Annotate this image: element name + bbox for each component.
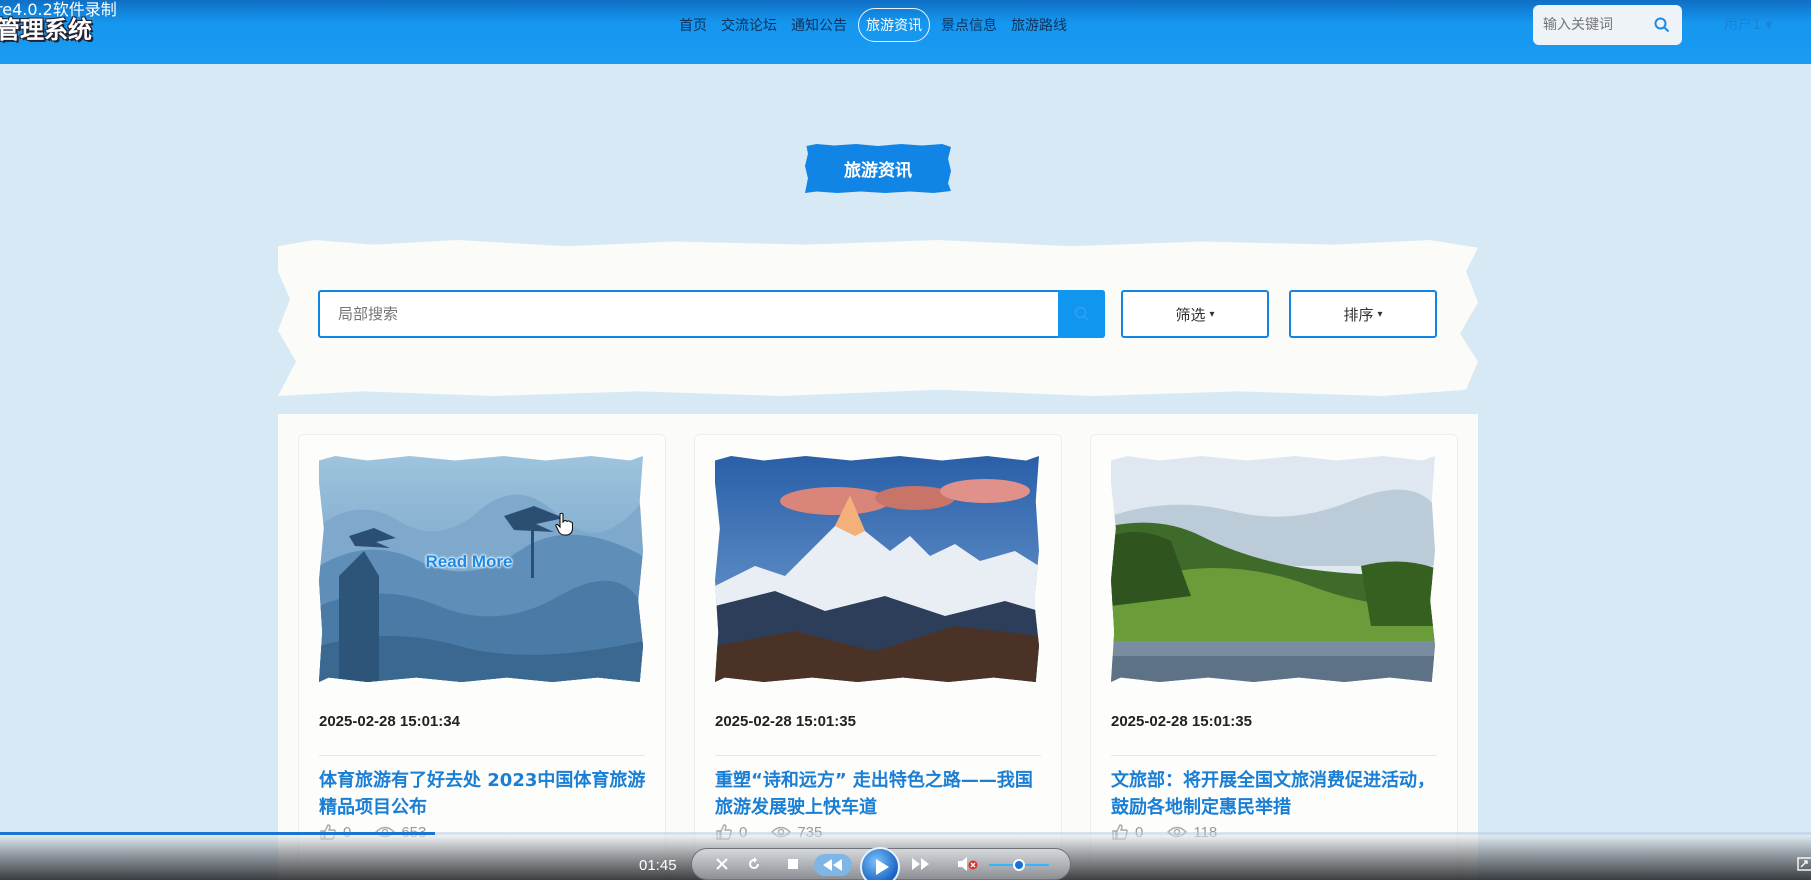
top-search-input[interactable]	[1543, 17, 1643, 33]
caret-down-icon: ▾	[1209, 308, 1215, 320]
nav-item-travel-news[interactable]: 旅游资讯	[858, 8, 930, 42]
sort-label: 排序	[1343, 305, 1374, 324]
article-image-misty-mountain[interactable]: Read More	[319, 456, 643, 682]
local-search-input[interactable]	[320, 292, 1058, 336]
player-controls	[691, 847, 1071, 880]
article-image-snow-peaks[interactable]	[715, 456, 1039, 682]
nav-item-routes[interactable]: 旅游路线	[1004, 9, 1074, 41]
nav-item-home[interactable]: 首页	[672, 9, 714, 41]
read-more-label[interactable]: Read More	[319, 552, 619, 572]
play-button[interactable]	[860, 847, 900, 880]
rewind-icon[interactable]	[814, 854, 852, 876]
local-search-button[interactable]	[1058, 290, 1105, 338]
article-image-green-hills[interactable]	[1111, 456, 1435, 682]
chevron-down-icon: ▾	[1765, 17, 1773, 33]
nav-item-notices[interactable]: 通知公告	[784, 9, 854, 41]
top-navigation-bar: re4.0.2软件录制 管理系统 首页 交流论坛 通知公告 旅游资讯 景点信息 …	[0, 0, 1811, 64]
article-date: 2025-02-28 15:01:35	[1111, 713, 1252, 730]
search-icon	[1074, 306, 1089, 322]
caret-down-icon: ▾	[1377, 308, 1383, 320]
clip-icon[interactable]	[714, 856, 730, 872]
volume-knob[interactable]	[1013, 859, 1025, 871]
top-search-box	[1533, 5, 1682, 45]
site-brand[interactable]: 管理系统	[0, 10, 92, 45]
divider	[1111, 755, 1437, 756]
article-date: 2025-02-28 15:01:35	[715, 713, 856, 730]
article-title[interactable]: 文旅部：将开展全国文旅消费促进活动，鼓励各地制定惠民举措	[1111, 767, 1441, 821]
stop-icon[interactable]	[786, 856, 800, 872]
article-title[interactable]: 重塑“诗和远方” 走出特色之路——我国旅游发展驶上快车道	[715, 767, 1045, 821]
fast-forward-icon[interactable]	[910, 856, 932, 872]
section-title: 旅游资讯	[805, 144, 951, 193]
user-menu[interactable]: 用户1 ▾	[1724, 14, 1772, 34]
search-icon[interactable]	[1654, 17, 1670, 38]
article-title[interactable]: 体育旅游有了好去处 2023中国体育旅游精品项目公布	[319, 767, 649, 821]
local-search-box	[318, 290, 1105, 338]
sort-dropdown-button[interactable]: 排序 ▾	[1289, 290, 1437, 338]
replay-icon[interactable]	[746, 856, 762, 872]
article-card[interactable]: 2025-02-28 15:01:35 文旅部：将开展全国文旅消费促进活动，鼓励…	[1090, 434, 1458, 880]
article-card[interactable]: Read More 2025-02-28 15:01:34 体育旅游有了好去处 …	[298, 434, 666, 880]
filter-label: 筛选	[1175, 305, 1206, 324]
fullscreen-icon[interactable]	[1797, 857, 1811, 871]
nav-item-attractions[interactable]: 景点信息	[934, 9, 1004, 41]
hand-cursor-icon	[555, 512, 573, 536]
divider	[319, 755, 645, 756]
play-icon	[876, 859, 889, 875]
nav-item-forum[interactable]: 交流论坛	[714, 9, 784, 41]
main-nav: 首页 交流论坛 通知公告 旅游资讯 景点信息 旅游路线	[672, 8, 1074, 42]
user-name: 用户1	[1724, 17, 1761, 33]
playback-time: 01:45	[639, 857, 677, 874]
filter-dropdown-button[interactable]: 筛选 ▾	[1121, 290, 1269, 338]
article-card[interactable]: 2025-02-28 15:01:35 重塑“诗和远方” 走出特色之路——我国旅…	[694, 434, 1062, 880]
divider	[715, 755, 1041, 756]
mute-icon[interactable]	[957, 856, 979, 872]
article-date: 2025-02-28 15:01:34	[319, 713, 460, 730]
